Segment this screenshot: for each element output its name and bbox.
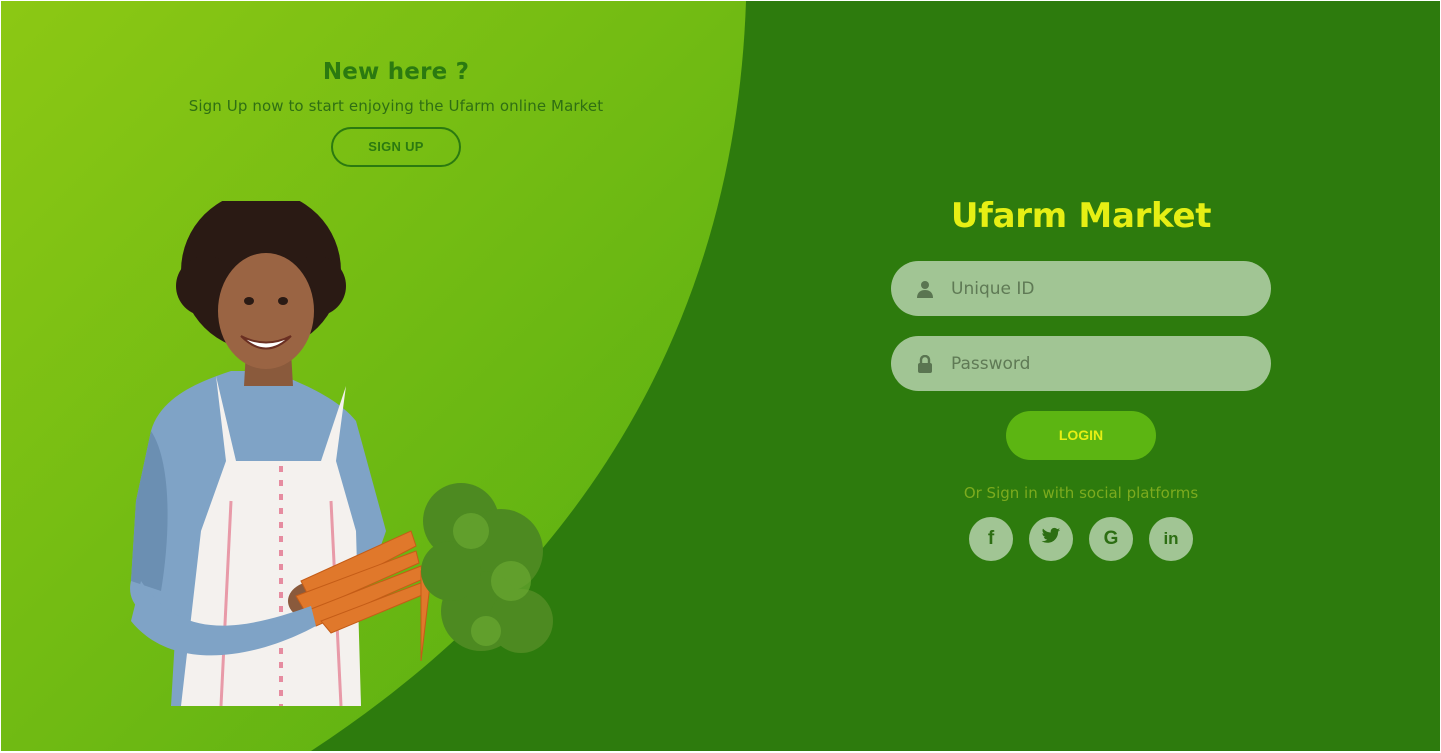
facebook-button[interactable]: f <box>969 517 1013 561</box>
login-button[interactable]: LOGIN <box>1006 411 1156 460</box>
google-button[interactable]: G <box>1089 517 1133 561</box>
signup-panel: New here ? Sign Up now to start enjoying… <box>151 59 641 167</box>
twitter-button[interactable] <box>1029 517 1073 561</box>
linkedin-button[interactable]: in <box>1149 517 1193 561</box>
google-icon: G <box>1103 528 1119 549</box>
app-title: Ufarm Market <box>950 196 1212 236</box>
unique-id-field[interactable] <box>891 261 1271 316</box>
login-page: New here ? Sign Up now to start enjoying… <box>1 1 1440 751</box>
social-buttons: f G in <box>891 517 1271 561</box>
twitter-icon <box>1041 527 1061 551</box>
social-signin-text: Or Sign in with social platforms <box>963 484 1199 502</box>
farmer-illustration <box>130 201 553 706</box>
password-input[interactable] <box>951 336 1251 391</box>
signup-button[interactable]: SIGN UP <box>331 127 461 167</box>
unique-id-input[interactable] <box>951 261 1251 316</box>
lock-icon <box>891 354 951 373</box>
password-field[interactable] <box>891 336 1271 391</box>
signup-title: New here ? <box>322 59 470 85</box>
linkedin-icon: in <box>1163 529 1179 548</box>
facebook-icon: f <box>987 528 995 549</box>
signup-subtitle: Sign Up now to start enjoying the Ufarm … <box>188 97 604 115</box>
user-icon <box>891 280 951 298</box>
login-panel: Ufarm Market LOGIN Or Sign in with socia… <box>891 191 1271 561</box>
